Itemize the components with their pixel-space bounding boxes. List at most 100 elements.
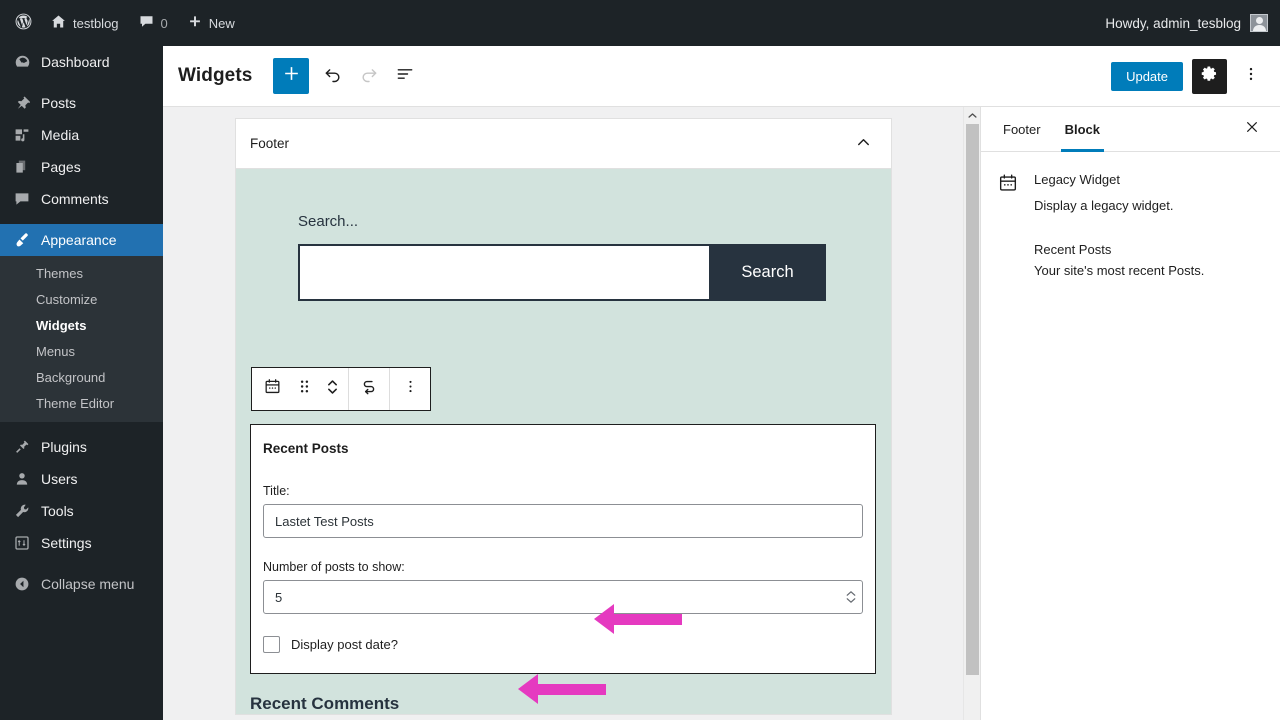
admin-bar: testblog 0 New Howdy, admin_tesblog — [0, 0, 1280, 46]
search-block-label: Search... — [298, 213, 359, 230]
arrow-head-icon — [594, 604, 614, 634]
update-button[interactable]: Update — [1111, 61, 1183, 91]
sidebar-item-settings[interactable]: Settings — [0, 527, 163, 559]
search-submit-button[interactable]: Search — [709, 244, 826, 301]
legacy-widget-form: Recent Posts Title: Lastet Test Posts Nu… — [250, 424, 876, 674]
submenu-item-themes[interactable]: Themes — [0, 260, 163, 286]
list-view-button[interactable] — [387, 58, 423, 94]
gear-icon — [1200, 64, 1219, 88]
undo-button[interactable] — [315, 58, 351, 94]
arrow-shaft — [614, 613, 682, 625]
submenu-item-background[interactable]: Background — [0, 364, 163, 390]
sidebar-item-media[interactable]: Media — [0, 119, 163, 151]
sidebar-item-dashboard[interactable]: Dashboard — [0, 46, 163, 78]
more-options-button[interactable] — [1236, 59, 1266, 94]
submenu-item-widgets[interactable]: Widgets — [0, 312, 163, 338]
sidebar-label: Collapse menu — [41, 576, 135, 592]
site-name-button[interactable]: testblog — [41, 0, 129, 46]
sidebar-item-posts[interactable]: Posts — [0, 87, 163, 119]
display-post-date-row[interactable]: Display post date? — [263, 636, 863, 653]
search-row: Search — [298, 244, 826, 301]
user-icon — [12, 469, 32, 489]
close-sidebar-button[interactable] — [1234, 107, 1270, 151]
sidebar-divider — [0, 78, 163, 87]
block-description: Display a legacy widget. — [1034, 197, 1174, 213]
site-name-label: testblog — [73, 15, 119, 31]
title-input[interactable]: Lastet Test Posts — [263, 504, 863, 538]
annotation-arrow-title — [594, 604, 682, 634]
move-up-down-icon — [325, 376, 340, 403]
sidebar-label: Appearance — [41, 232, 117, 248]
block-type-button[interactable] — [254, 368, 290, 410]
close-icon — [1244, 119, 1260, 140]
wordpress-logo-button[interactable] — [0, 0, 41, 46]
chevron-up-icon[interactable] — [846, 590, 856, 597]
sidebar-item-tools[interactable]: Tools — [0, 495, 163, 527]
dashboard-icon — [12, 52, 32, 72]
sidebar-item-comments[interactable]: Comments — [0, 183, 163, 215]
sidebar-item-users[interactable]: Users — [0, 463, 163, 495]
widget-area-header[interactable]: Footer — [236, 119, 891, 169]
transform-arrow-icon — [359, 377, 379, 402]
sidebar-item-pages[interactable]: Pages — [0, 151, 163, 183]
admin-sidebar: Dashboard Posts Media Pages Comments App… — [0, 46, 163, 720]
account-menu[interactable]: Howdy, admin_tesblog — [1105, 14, 1280, 32]
block-toolbar — [251, 367, 431, 411]
recent-comments-heading: Recent Comments — [250, 694, 400, 713]
new-content-button[interactable]: New — [178, 0, 245, 46]
block-name: Legacy Widget — [1034, 172, 1120, 187]
display-post-date-checkbox[interactable] — [263, 636, 280, 653]
chevron-up-icon[interactable] — [854, 133, 873, 155]
sidebar-label: Users — [41, 471, 78, 487]
legacy-widget-calendar-icon — [263, 377, 282, 401]
drag-handle[interactable] — [290, 368, 318, 410]
redo-button[interactable] — [351, 58, 387, 94]
drag-handle-icon — [297, 377, 312, 401]
number-field-wrapper: 5 — [263, 580, 863, 614]
submenu-item-theme-editor[interactable]: Theme Editor — [0, 390, 163, 416]
search-block[interactable]: Search... Search — [236, 169, 891, 301]
scroll-up-button[interactable] — [964, 107, 980, 123]
sidebar-label: Dashboard — [41, 54, 110, 70]
canvas-scrollbar[interactable] — [963, 107, 980, 720]
recent-comments-block: Recent Comments Ein WordPress-Kommentato… — [250, 694, 870, 720]
submenu-item-menus[interactable]: Menus — [0, 338, 163, 364]
search-input[interactable] — [298, 244, 709, 301]
paintbrush-icon — [12, 230, 32, 250]
tab-block[interactable]: Block — [1053, 107, 1112, 152]
undo-icon — [323, 64, 343, 89]
editor-canvas: Footer Search... Search Recent Posts Tit… — [163, 107, 980, 720]
plus-icon — [282, 64, 301, 88]
widget-area-title: Footer — [250, 136, 290, 151]
pages-icon — [12, 157, 32, 177]
number-stepper[interactable] — [846, 590, 856, 604]
add-block-button[interactable] — [273, 58, 310, 94]
sidebar-label: Posts — [41, 95, 77, 111]
scrollbar-thumb[interactable] — [966, 124, 979, 675]
home-icon — [51, 14, 66, 32]
pin-icon — [12, 93, 32, 113]
settings-button[interactable] — [1192, 58, 1227, 94]
submenu-item-customize[interactable]: Customize — [0, 286, 163, 312]
sidebar-divider — [0, 215, 163, 224]
redo-icon — [359, 64, 379, 89]
sidebar-item-collapse-menu[interactable]: Collapse menu — [0, 568, 163, 600]
block-options-button[interactable] — [392, 368, 428, 410]
sidebar-item-plugins[interactable]: Plugins — [0, 431, 163, 463]
sidebar-label: Media — [41, 127, 80, 143]
number-of-posts-input[interactable]: 5 — [263, 580, 863, 614]
inspector-tabs: Footer Block — [981, 107, 1280, 152]
appearance-submenu: Themes Customize Widgets Menus Backgroun… — [0, 256, 163, 422]
sidebar-label: Settings — [41, 535, 92, 551]
wordpress-icon — [14, 12, 33, 34]
block-card: Legacy Widget Display a legacy widget. — [997, 170, 1264, 215]
kebab-menu-icon — [402, 378, 419, 400]
sidebar-item-appearance[interactable]: Appearance — [0, 224, 163, 256]
comment-icon — [139, 14, 154, 32]
tab-footer[interactable]: Footer — [991, 107, 1053, 151]
comments-bubble-button[interactable]: 0 — [129, 0, 178, 46]
transform-block-button[interactable] — [351, 368, 387, 410]
chevron-down-icon[interactable] — [846, 597, 856, 604]
legacy-widget-calendar-icon — [997, 170, 1021, 199]
move-block-button[interactable] — [318, 368, 346, 410]
